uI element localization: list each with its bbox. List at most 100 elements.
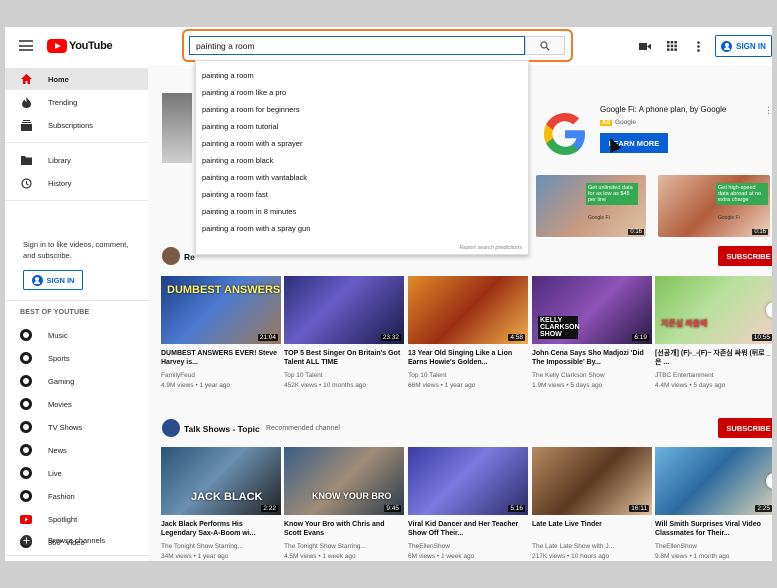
youtube-window: YouTube painting a room SIGN IN Home Tre… [5, 27, 772, 561]
sidebar-item-history[interactable]: History [5, 172, 148, 194]
sidebar-item-tv-shows[interactable]: TV Shows [5, 416, 148, 438]
sidebar-item-news[interactable]: News [5, 439, 148, 461]
subscribe-button[interactable]: SUBSCRIBE [718, 418, 772, 438]
suggestion-item[interactable]: painting a room like a pro [202, 88, 286, 97]
suggestion-item[interactable]: painting a room fast [202, 190, 268, 199]
youtube-logo[interactable]: YouTube [47, 38, 113, 54]
suggestion-item[interactable]: painting a room with a spray gun [202, 224, 310, 233]
video-title[interactable]: Know Your Bro with Chris and Scott Evans [284, 520, 402, 538]
suggestion-item[interactable]: painting a room tutorial [202, 122, 278, 131]
sidebar-signin-label: SIGN IN [46, 275, 75, 285]
ad-video-thumbnail[interactable]: Get unlimited data for as low as $45 per… [536, 175, 646, 237]
video-title[interactable]: Late Late Live Tinder [532, 520, 650, 529]
subscribe-button[interactable]: SUBSCRIBE [718, 246, 772, 266]
video-meta: 452K views • 10 months ago [284, 382, 367, 389]
flame-icon [20, 96, 32, 108]
video-channel[interactable]: The Tonight Show Starring... [161, 542, 279, 551]
video-title[interactable]: Viral Kid Dancer and Her Teacher Show Of… [408, 520, 526, 538]
video-thumbnail[interactable]: KELLY CLARKSON SHOW 6:19 [532, 276, 652, 344]
video-title[interactable]: Jack Black Performs His Legendary Sax-A-… [161, 520, 279, 538]
video-channel[interactable]: JTBC Entertainment [655, 371, 772, 380]
sidebar-item-sports[interactable]: Sports [5, 347, 148, 369]
sidebar-item-fashion[interactable]: Fashion [5, 485, 148, 507]
divider [5, 142, 148, 143]
header-signin-button[interactable]: SIGN IN [715, 35, 772, 57]
shelf-subtitle: Recommended channel [266, 425, 340, 432]
video-thumbnail[interactable]: 23:32 [284, 276, 404, 344]
video-meta: 1.9M views • 5 days ago [532, 382, 603, 389]
suggestion-item[interactable]: painting a room [202, 71, 254, 80]
search-button[interactable] [525, 36, 565, 55]
video-title[interactable]: TOP 5 Best Singer On Britain's Got Talen… [284, 349, 402, 367]
report-search-predictions-link[interactable]: Report search predictions [459, 245, 522, 251]
suggestion-item[interactable]: painting a room in 8 minutes [202, 207, 296, 216]
suggestion-item[interactable]: painting a room black [202, 156, 273, 165]
suggestion-item[interactable]: painting a room with vantablack [202, 173, 307, 182]
video-title[interactable]: DUMBEST ANSWERS EVER! Steve Harvey is... [161, 349, 279, 367]
video-meta: 9.8M views • 1 month ago [655, 553, 730, 560]
video-channel[interactable]: The Tonight Show Starring... [284, 542, 402, 551]
video-channel[interactable]: The Late Late Show with J... [532, 542, 650, 551]
sidebar-item-gaming[interactable]: Gaming [5, 370, 148, 392]
video-title[interactable]: John Cena Says Sho Madjozi 'Did The Impo… [532, 349, 650, 367]
shelf-title[interactable]: Talk Shows - Topic [184, 424, 260, 434]
sidebar-item-home[interactable]: Home [5, 68, 148, 90]
sidebar-item-label: Live [48, 468, 62, 478]
video-thumbnail[interactable]: KNOW YOUR BRO 9:45 [284, 447, 404, 515]
video-title[interactable]: 13 Year Old Singing Like a Lion Earns Ho… [408, 349, 526, 367]
video-thumbnail[interactable]: 2:25 [655, 447, 772, 515]
video-title[interactable]: [선공개] (F)-_-(F)~ 자존심 싸워 (뒤로 _ 은 ... [655, 349, 772, 367]
thumbnail-caption: 지존심 싸움에 [661, 319, 708, 328]
video-channel[interactable]: Top 10 Talent [284, 371, 402, 380]
channel-avatar[interactable] [162, 419, 180, 437]
ad-title[interactable]: Google Fi: A phone plan, by Google [600, 105, 726, 114]
apps-grid-icon[interactable] [665, 39, 679, 53]
divider [5, 300, 148, 301]
duration-badge: 16:11 [629, 505, 649, 512]
sidebar-item-library[interactable]: Library [5, 149, 148, 171]
video-channel[interactable]: TheEllenShow [655, 542, 772, 551]
gaming-icon [20, 375, 32, 387]
video-channel[interactable]: TheEllenShow [408, 542, 526, 551]
ad-video-thumbnail[interactable]: Get high-speed data abroad at no extra c… [658, 175, 770, 237]
search-highlight: painting a room [182, 29, 573, 62]
video-channel[interactable]: Top 10 Talent [408, 371, 526, 380]
video-thumbnail[interactable]: DUMBEST ANSWERS 21:04 [161, 276, 281, 344]
more-options-icon[interactable] [691, 39, 705, 53]
channel-avatar[interactable] [162, 247, 180, 265]
add-circle-icon [20, 534, 32, 546]
ad-menu-icon[interactable]: ⋮ [764, 105, 772, 116]
video-thumbnail[interactable]: 지존심 싸움에 10:55 [655, 276, 772, 344]
menu-icon[interactable] [19, 40, 33, 51]
duration-badge: 2:22 [261, 505, 278, 512]
create-video-icon[interactable] [638, 39, 652, 53]
video-thumbnail[interactable]: 5:16 [408, 447, 528, 515]
duration-badge: 21:04 [257, 334, 278, 341]
duration-badge: 0:16 [752, 229, 768, 235]
sidebar-item-spotlight[interactable]: Spotlight [5, 508, 148, 530]
video-channel[interactable]: The Kelly Clarkson Show [532, 371, 650, 380]
spotlight-icon [20, 513, 32, 525]
thumbnail-caption: KNOW YOUR BRO [312, 491, 392, 501]
video-thumbnail[interactable]: 4:58 [408, 276, 528, 344]
sidebar-item-trending[interactable]: Trending [5, 91, 148, 113]
video-thumbnail[interactable]: 16:11 [532, 447, 652, 515]
sidebar-item-label: TV Shows [48, 422, 83, 432]
sidebar-item-label: News [48, 445, 67, 455]
sidebar-item-music[interactable]: Music [5, 324, 148, 346]
folder-icon [20, 154, 32, 166]
sidebar-item-subscriptions[interactable]: Subscriptions [5, 114, 148, 136]
sidebar-signin-button[interactable]: SIGN IN [23, 270, 83, 290]
search-suggestions-dropdown: painting a room painting a room like a p… [195, 60, 529, 255]
suggestion-item[interactable]: painting a room with a sprayer [202, 139, 302, 148]
video-channel[interactable]: FamilyFeud [161, 371, 279, 380]
sidebar-item-browse-channels[interactable]: Browse channels [5, 529, 148, 551]
shelf-title[interactable]: Re [184, 252, 195, 262]
video-title[interactable]: Will Smith Surprises Viral Video Classma… [655, 520, 772, 538]
sidebar-item-movies[interactable]: Movies [5, 393, 148, 415]
video-thumbnail[interactable]: JACK BLACK 2:22 [161, 447, 281, 515]
sidebar-item-live[interactable]: Live [5, 462, 148, 484]
suggestion-item[interactable]: painting a room for beginners [202, 105, 300, 114]
sidebar-item-label: Music [48, 330, 68, 340]
search-input[interactable]: painting a room [189, 36, 525, 55]
